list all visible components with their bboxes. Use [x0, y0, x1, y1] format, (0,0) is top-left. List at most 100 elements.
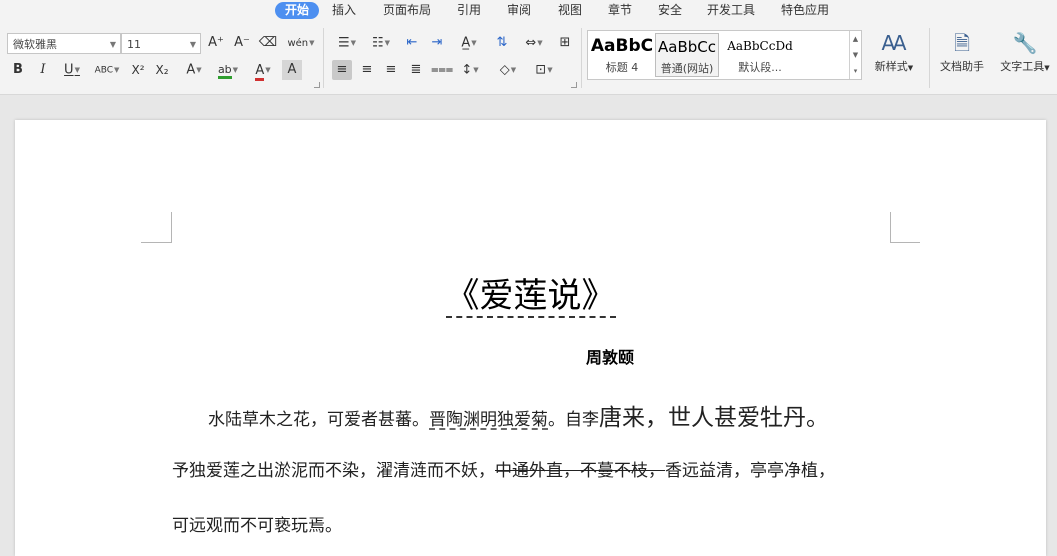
document-page[interactable]: 《爱莲说》 周敦颐 水陆草木之花，可爱者甚蕃。晋陶渊明独爱菊。自李唐来，世人甚爱…	[15, 120, 1046, 556]
eraser-icon[interactable]: ⌫	[258, 33, 278, 53]
chevron-down-icon: ▼	[196, 66, 202, 74]
chevron-down-icon: ▼	[510, 66, 517, 74]
chevron-down-icon[interactable]: ▼	[850, 47, 861, 63]
strike-label: ABC	[94, 65, 114, 76]
text-run: 。自李	[548, 410, 599, 430]
style-name: 普通(网站)	[660, 62, 714, 75]
chevron-down-icon: ▼	[473, 66, 479, 74]
tab-view[interactable]: 视图	[556, 2, 584, 19]
tab-special-apps[interactable]: 特色应用	[779, 2, 831, 19]
numbered-list-icon[interactable]: ☷▼	[367, 33, 395, 53]
style-name: 标题 4	[605, 61, 639, 74]
chevron-down-icon: ▼	[907, 64, 914, 72]
font-dialog-launcher[interactable]	[314, 82, 320, 88]
text-tools-button[interactable]: 🔧 文字工具▼	[996, 28, 1054, 86]
chevron-down-icon: ▼	[114, 66, 120, 74]
paragraph-line-3[interactable]: 可远观而不可亵玩焉。	[172, 511, 342, 536]
border-icon[interactable]: ⊡▼	[530, 60, 558, 80]
distributed-align-icon[interactable]: ⩶	[431, 60, 453, 80]
tab-security[interactable]: 安全	[656, 2, 684, 19]
text-run: 香远益清，亭亭净植，	[665, 461, 835, 481]
strikethrough-text-run: 中通外直，不蔓不枝，	[495, 461, 665, 481]
phonetic-label: wén	[287, 38, 309, 49]
style-name: 默认段...	[738, 61, 782, 74]
paragraph-line-2[interactable]: 予独爱莲之出淤泥而不染，濯清涟而不妖，中通外直，不蔓不枝，香远益清，亭亭净植，	[172, 456, 835, 481]
style-sample: AaBbCc	[658, 38, 716, 56]
paragraph-line-1[interactable]: 水陆草木之花，可爱者甚蕃。晋陶渊明独爱菊。自李唐来，世人甚爱牡丹。	[208, 398, 829, 432]
shading-icon[interactable]: ◇▼	[494, 60, 522, 80]
tab-insert[interactable]: 插入	[330, 2, 358, 19]
style-default-paragraph[interactable]: AaBbCcDd 默认段...	[720, 33, 800, 77]
new-style-icon: Ꜳ	[881, 31, 907, 55]
font-size-value: 11	[127, 38, 141, 51]
align-right-icon[interactable]: ≡	[381, 60, 401, 80]
chevron-down-icon: ▼	[384, 39, 391, 47]
style-heading-4[interactable]: AaBbC 标题 4	[590, 33, 654, 77]
font-color-button[interactable]: A▼	[249, 60, 277, 81]
doc-assistant-label: 文档助手	[940, 60, 984, 73]
text-effect-button[interactable]: A▼	[180, 60, 208, 80]
chevron-down-icon: ▼	[265, 66, 271, 74]
style-gallery: AaBbC 标题 4 AaBbCc 普通(网站) AaBbCcDd 默认段...…	[587, 30, 862, 80]
chevron-down-icon: ▼	[350, 39, 357, 47]
style-normal-web[interactable]: AaBbCc 普通(网站)	[655, 33, 719, 77]
change-case-button[interactable]: A̲▼	[455, 33, 483, 53]
superscript-button[interactable]: X²	[128, 60, 148, 80]
expand-gallery-icon[interactable]: ▾	[850, 63, 861, 79]
align-center-icon[interactable]: ≡	[357, 60, 377, 80]
tab-developer[interactable]: 开发工具	[705, 2, 757, 19]
tab-review[interactable]: 审阅	[505, 2, 533, 19]
highlight-button[interactable]: ab▼	[213, 60, 243, 80]
chevron-down-icon: ▼	[232, 66, 239, 74]
margin-mark-top-right-v	[890, 212, 891, 243]
font-size-combo[interactable]: 11 ▼	[121, 33, 201, 54]
line-spacing-icon[interactable]: ↕▼	[456, 60, 484, 80]
text-run: 水陆草木之花，可爱者甚蕃。	[208, 410, 429, 430]
document-title[interactable]: 《爱莲说》	[15, 268, 1046, 318]
chevron-down-icon: ▼	[189, 40, 196, 49]
chevron-down-icon: ▼	[309, 39, 315, 47]
indent-decrease-icon[interactable]: ⇤	[402, 33, 422, 53]
align-left-icon[interactable]: ≡	[332, 60, 352, 80]
strikethrough-button[interactable]: ABC▼	[92, 60, 122, 80]
tab-references[interactable]: 引用	[455, 2, 483, 19]
large-text-run: 唐来，世人甚爱牡丹。	[599, 405, 829, 431]
font-color-label: A	[255, 62, 265, 81]
menu-bar: 开始 插入 页面布局 引用 审阅 视图 章节 安全 开发工具 特色应用	[0, 0, 1057, 22]
italic-button[interactable]: I	[33, 60, 53, 80]
font-shrink-button[interactable]: A⁻	[232, 33, 252, 53]
document-title-text: 《爱莲说》	[445, 276, 616, 318]
paragraph-dialog-launcher[interactable]	[571, 82, 577, 88]
justify-icon[interactable]: ≣	[406, 60, 426, 80]
style-gallery-scroll[interactable]: ▲ ▼ ▾	[849, 31, 861, 79]
tab-section[interactable]: 章节	[606, 2, 634, 19]
text-run: 予独爱莲之出淤泥而不染，濯清涟而不妖，	[172, 461, 495, 481]
document-assistant-button[interactable]: 🗎 文档助手	[936, 28, 988, 86]
margin-mark-top-right-h	[890, 242, 920, 243]
bold-button[interactable]: B	[8, 60, 28, 80]
sort-icon[interactable]: ⇅	[492, 33, 512, 53]
tab-home[interactable]: 开始	[275, 2, 319, 19]
chevron-down-icon: ▼	[1044, 64, 1050, 72]
bullet-list-icon[interactable]: ☰▼	[333, 33, 361, 53]
document-author[interactable]: 周敦颐	[586, 344, 634, 368]
table-grid-icon[interactable]: ⊞	[555, 33, 575, 53]
font-grow-button[interactable]: A⁺	[206, 33, 226, 53]
new-style-button[interactable]: Ꜳ 新样式▼	[868, 28, 920, 86]
subscript-button[interactable]: X₂	[152, 60, 172, 80]
font-name-combo[interactable]: 微软雅黑 ▼	[7, 33, 121, 54]
chevron-down-icon: ▼	[109, 40, 116, 49]
chevron-down-icon: ▼	[547, 66, 553, 74]
underline-button[interactable]: U▼	[58, 60, 86, 80]
style-sample: AaBbC	[590, 36, 654, 56]
chevron-down-icon: ▼	[471, 39, 477, 47]
text-effect-label: A	[186, 62, 196, 78]
ribbon-toolbar: 微软雅黑 ▼ 11 ▼ A⁺ A⁻ ⌫ wén▼ B I U▼ ABC▼ X² …	[0, 22, 1057, 95]
style-sample: AaBbCcDd	[727, 39, 793, 53]
phonetic-guide-button[interactable]: wén▼	[286, 33, 316, 53]
chevron-up-icon[interactable]: ▲	[850, 31, 861, 47]
character-shading-button[interactable]: A	[282, 60, 302, 80]
tab-page-layout[interactable]: 页面布局	[381, 2, 433, 19]
indent-increase-icon[interactable]: ⇥	[427, 33, 447, 53]
line-spacing-options-button[interactable]: ⇔▼	[520, 33, 548, 53]
